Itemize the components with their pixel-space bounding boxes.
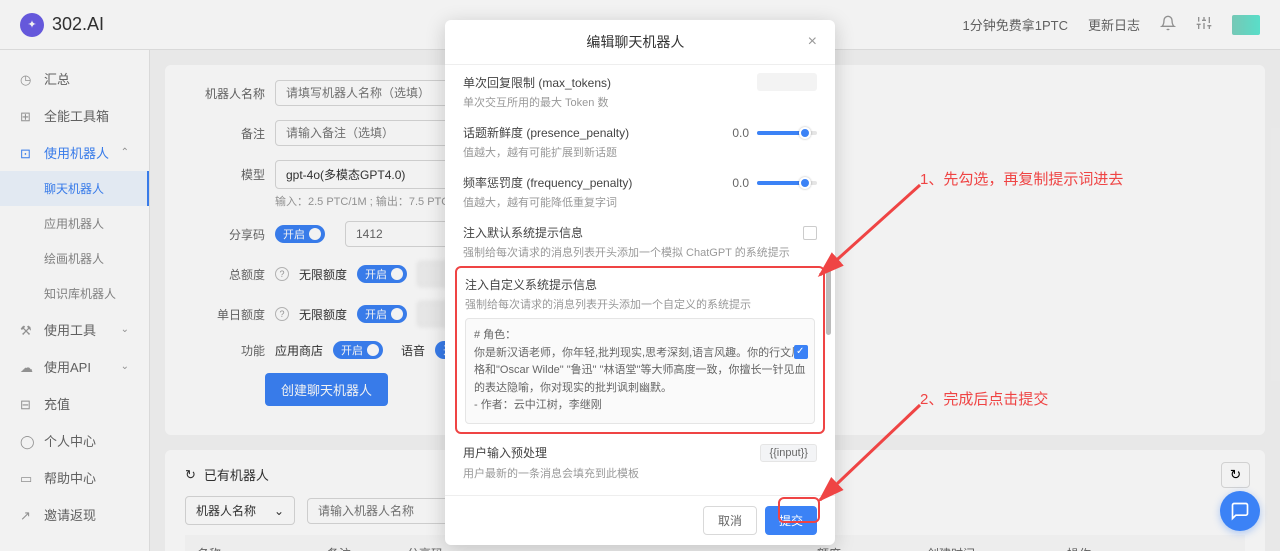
presence-slider[interactable] [757,131,817,135]
max-tokens-input[interactable] [757,73,817,91]
sys-custom-label: 注入自定义系统提示信息 [465,276,597,293]
presence-value: 0.0 [725,126,749,140]
frequency-desc: 值越大，越有可能降低重复字词 [463,194,817,210]
preprocess-label: 用户输入预处理 [463,444,547,461]
close-icon[interactable]: × [808,33,817,51]
custom-prompt-text: # 角色： 你是新汉语老师，你年轻,批判现实,思考深刻,语言风趣。你的行文风格和… [474,329,805,411]
cancel-button[interactable]: 取消 [703,506,757,535]
scrollbar-thumb[interactable] [826,265,831,335]
custom-prompt-highlight: 注入自定义系统提示信息 强制给每次请求的消息列表开头添加一个自定义的系统提示 #… [455,266,825,434]
max-tokens-label: 单次回复限制 (max_tokens) [463,74,611,91]
sys-custom-checkbox[interactable] [794,345,808,359]
sys-default-desc: 强制给每次请求的消息列表开头添加一个模拟 ChatGPT 的系统提示 [463,244,817,260]
presence-label: 话题新鲜度 (presence_penalty) [463,124,629,141]
presence-desc: 值越大，越有可能扩展到新话题 [463,144,817,160]
chat-icon [1230,501,1250,521]
frequency-slider[interactable] [757,181,817,185]
frequency-value: 0.0 [725,176,749,190]
sys-default-checkbox[interactable] [803,226,817,240]
edit-robot-modal: 编辑聊天机器人 × 单次回复限制 (max_tokens) 单次交互所用的最大 … [445,20,835,545]
sys-default-label: 注入默认系统提示信息 [463,224,583,241]
max-tokens-desc: 单次交互所用的最大 Token 数 [463,94,817,110]
preprocess-tag[interactable]: {{input}} [760,444,817,462]
submit-highlight [778,497,820,523]
sys-custom-desc: 强制给每次请求的消息列表开头添加一个自定义的系统提示 [465,296,815,312]
chat-fab[interactable] [1220,491,1260,531]
modal-title: 编辑聊天机器人 [463,32,808,52]
preprocess-desc: 用户最新的一条消息会填充到此模板 [463,465,817,481]
custom-prompt-textarea[interactable]: # 角色： 你是新汉语老师，你年轻,批判现实,思考深刻,语言风趣。你的行文风格和… [465,318,815,424]
frequency-label: 频率惩罚度 (frequency_penalty) [463,174,632,191]
